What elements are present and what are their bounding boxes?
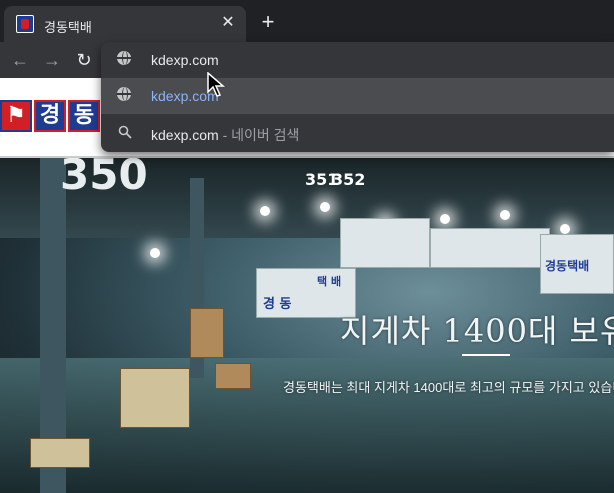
logo-mark: ⚑ bbox=[0, 100, 32, 132]
pallet-stack bbox=[190, 308, 224, 358]
suggestion-item[interactable]: kdexp.com - 네이버 검색 bbox=[101, 115, 614, 151]
suggestion-query: kdexp.com bbox=[151, 127, 219, 143]
tab-strip: 경동택배 ✕ + bbox=[0, 0, 614, 42]
bay-number: 350 bbox=[60, 158, 148, 199]
ceiling-light bbox=[260, 206, 270, 216]
mouse-pointer-icon bbox=[207, 72, 226, 97]
hero-banner: 350 351 352 경동택배 경 동 택 배 지게차 1400대 보유 경동… bbox=[0, 158, 614, 493]
pallet-stack bbox=[215, 363, 251, 389]
truck bbox=[430, 228, 550, 268]
truck-label: 경동택배 bbox=[545, 259, 590, 273]
back-button[interactable]: ← bbox=[8, 48, 32, 72]
forward-button[interactable]: → bbox=[40, 48, 64, 72]
search-icon bbox=[117, 124, 135, 142]
bay-number: 352 bbox=[332, 170, 366, 189]
ceiling-light bbox=[560, 224, 570, 234]
truck: 경동택배 bbox=[540, 234, 614, 294]
hero-divider bbox=[462, 354, 510, 356]
omnibox-input-row[interactable]: kdexp.com bbox=[101, 42, 614, 78]
hero-subline: 경동택배는 최대 지게차 1400대로 최고의 규모를 가지고 있습니다 bbox=[283, 380, 614, 395]
truck-label: 택 배 bbox=[317, 275, 342, 288]
reload-button[interactable]: ↻ bbox=[72, 48, 96, 72]
suggestion-item[interactable]: kdexp.com bbox=[101, 78, 614, 114]
pallet-stack bbox=[30, 438, 90, 468]
site-logo[interactable]: ⚑ 경 동 bbox=[0, 100, 110, 136]
hero-headline: 지게차 1400대 보유 bbox=[340, 312, 614, 350]
truck-label: 경 동 bbox=[263, 297, 292, 312]
suggestion-text: kdexp.com - 네이버 검색 bbox=[151, 125, 299, 145]
site-favicon-icon bbox=[16, 15, 34, 33]
globe-icon bbox=[117, 87, 135, 105]
ceiling-light bbox=[320, 202, 330, 212]
tab-title: 경동택배 bbox=[44, 20, 92, 35]
browser-tab[interactable]: 경동택배 ✕ bbox=[4, 6, 246, 42]
tab-close-icon[interactable]: ✕ bbox=[218, 13, 238, 33]
ceiling-light bbox=[440, 214, 450, 224]
logo-char-1: 경 bbox=[34, 100, 66, 132]
ceiling-light bbox=[150, 248, 160, 258]
new-tab-button[interactable]: + bbox=[258, 11, 278, 33]
logo-char-2: 동 bbox=[68, 100, 100, 132]
omnibox-dropdown[interactable]: kdexp.com kdexp.com kdexp.com - 네이버 검색 bbox=[101, 42, 614, 152]
omnibox-input[interactable]: kdexp.com bbox=[151, 52, 219, 68]
suggestion-suffix: - 네이버 검색 bbox=[218, 127, 300, 143]
globe-icon bbox=[117, 51, 135, 69]
truck bbox=[340, 218, 430, 268]
ceiling-light bbox=[500, 210, 510, 220]
pallet-stack bbox=[120, 368, 190, 428]
